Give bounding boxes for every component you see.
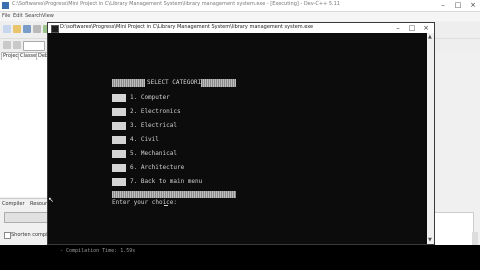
console-output: SELECT CATEGORIES 1. Computer 2. Electro… (48, 33, 427, 244)
mouse-pointer-icon: ↖ (48, 196, 54, 204)
maximize-icon[interactable]: □ (451, 0, 465, 11)
menu-item-box (112, 136, 126, 144)
scroll-up-icon[interactable]: ▲ (428, 34, 432, 40)
menu-edit[interactable]: Edit (13, 13, 23, 19)
screen: C:\Softwares\Progress\Mini Project in C\… (0, 0, 480, 270)
console-icon (51, 25, 59, 33)
heading-left-bar (112, 79, 145, 87)
save-all-icon[interactable] (33, 25, 41, 33)
menu-file[interactable]: File (2, 13, 10, 19)
open-icon[interactable] (13, 25, 21, 33)
menu-item-label: 7. Back to main menu (130, 178, 203, 185)
log-scrollbar[interactable] (472, 232, 478, 245)
menu-item-box (112, 108, 126, 116)
category-heading: SELECT CATEGORIES (112, 79, 236, 87)
new-file-icon[interactable] (3, 25, 11, 33)
scroll-down-icon[interactable]: ▼ (428, 237, 432, 243)
ide-title-text: C:\Softwares\Progress\Mini Project in C\… (12, 1, 340, 7)
menu-view[interactable]: View (42, 13, 54, 19)
shorten-paths-checkbox[interactable] (4, 232, 11, 239)
ide-menubar: File Edit Search View (0, 12, 480, 21)
undo-icon[interactable] (3, 41, 11, 49)
menu-item-label: 5. Mechanical (130, 150, 177, 157)
console-maximize-icon[interactable]: □ (405, 23, 419, 33)
console-window: D:\softwares\Progress\Mini Project in C\… (47, 22, 435, 245)
close-icon[interactable]: × (466, 0, 480, 11)
tab-compiler[interactable]: Compiler (2, 201, 25, 207)
menu-item-box (112, 178, 126, 186)
menu-item-label: 4. Civil (130, 136, 159, 143)
heading-right-bar (201, 79, 236, 87)
menu-item-box (112, 94, 126, 102)
text-cursor[interactable] (164, 205, 168, 206)
console-title-text: D:\softwares\Progress\Mini Project in C\… (60, 24, 314, 30)
redo-icon[interactable] (13, 41, 21, 49)
console-scrollbar[interactable]: ▲ ▼ (427, 33, 434, 244)
compiler-select[interactable] (23, 41, 45, 51)
editor-area (436, 52, 480, 212)
minimize-icon[interactable]: – (436, 0, 450, 11)
menu-search[interactable]: Search (25, 13, 42, 19)
menu-item-box (112, 150, 126, 158)
menu-item-box (112, 164, 126, 172)
menu-item-label: 1. Computer (130, 94, 170, 101)
bottom-tabs: Compiler Resources (0, 198, 56, 209)
project-panel (0, 60, 48, 197)
menu-item-label: 6. Architecture (130, 164, 185, 171)
footer-divider (112, 191, 236, 198)
heading-text: SELECT CATEGORIES (147, 79, 209, 86)
menu-item-label: 3. Electrical (130, 122, 177, 129)
menu-item-box (112, 122, 126, 130)
project-tabs: Project Classes Debug (0, 52, 57, 61)
menu-item-label: 2. Electronics (130, 108, 181, 115)
save-icon[interactable] (23, 25, 31, 33)
app-icon (2, 2, 9, 9)
abort-compilation-button[interactable] (4, 212, 50, 223)
compile-status: - Compilation Time: 1.59s (60, 248, 136, 254)
console-minimize-icon[interactable]: – (391, 23, 405, 33)
console-title-bar: D:\softwares\Progress\Mini Project in C\… (48, 23, 434, 33)
console-close-icon[interactable]: × (419, 23, 433, 33)
ide-title-bar: C:\Softwares\Progress\Mini Project in C\… (0, 0, 480, 12)
